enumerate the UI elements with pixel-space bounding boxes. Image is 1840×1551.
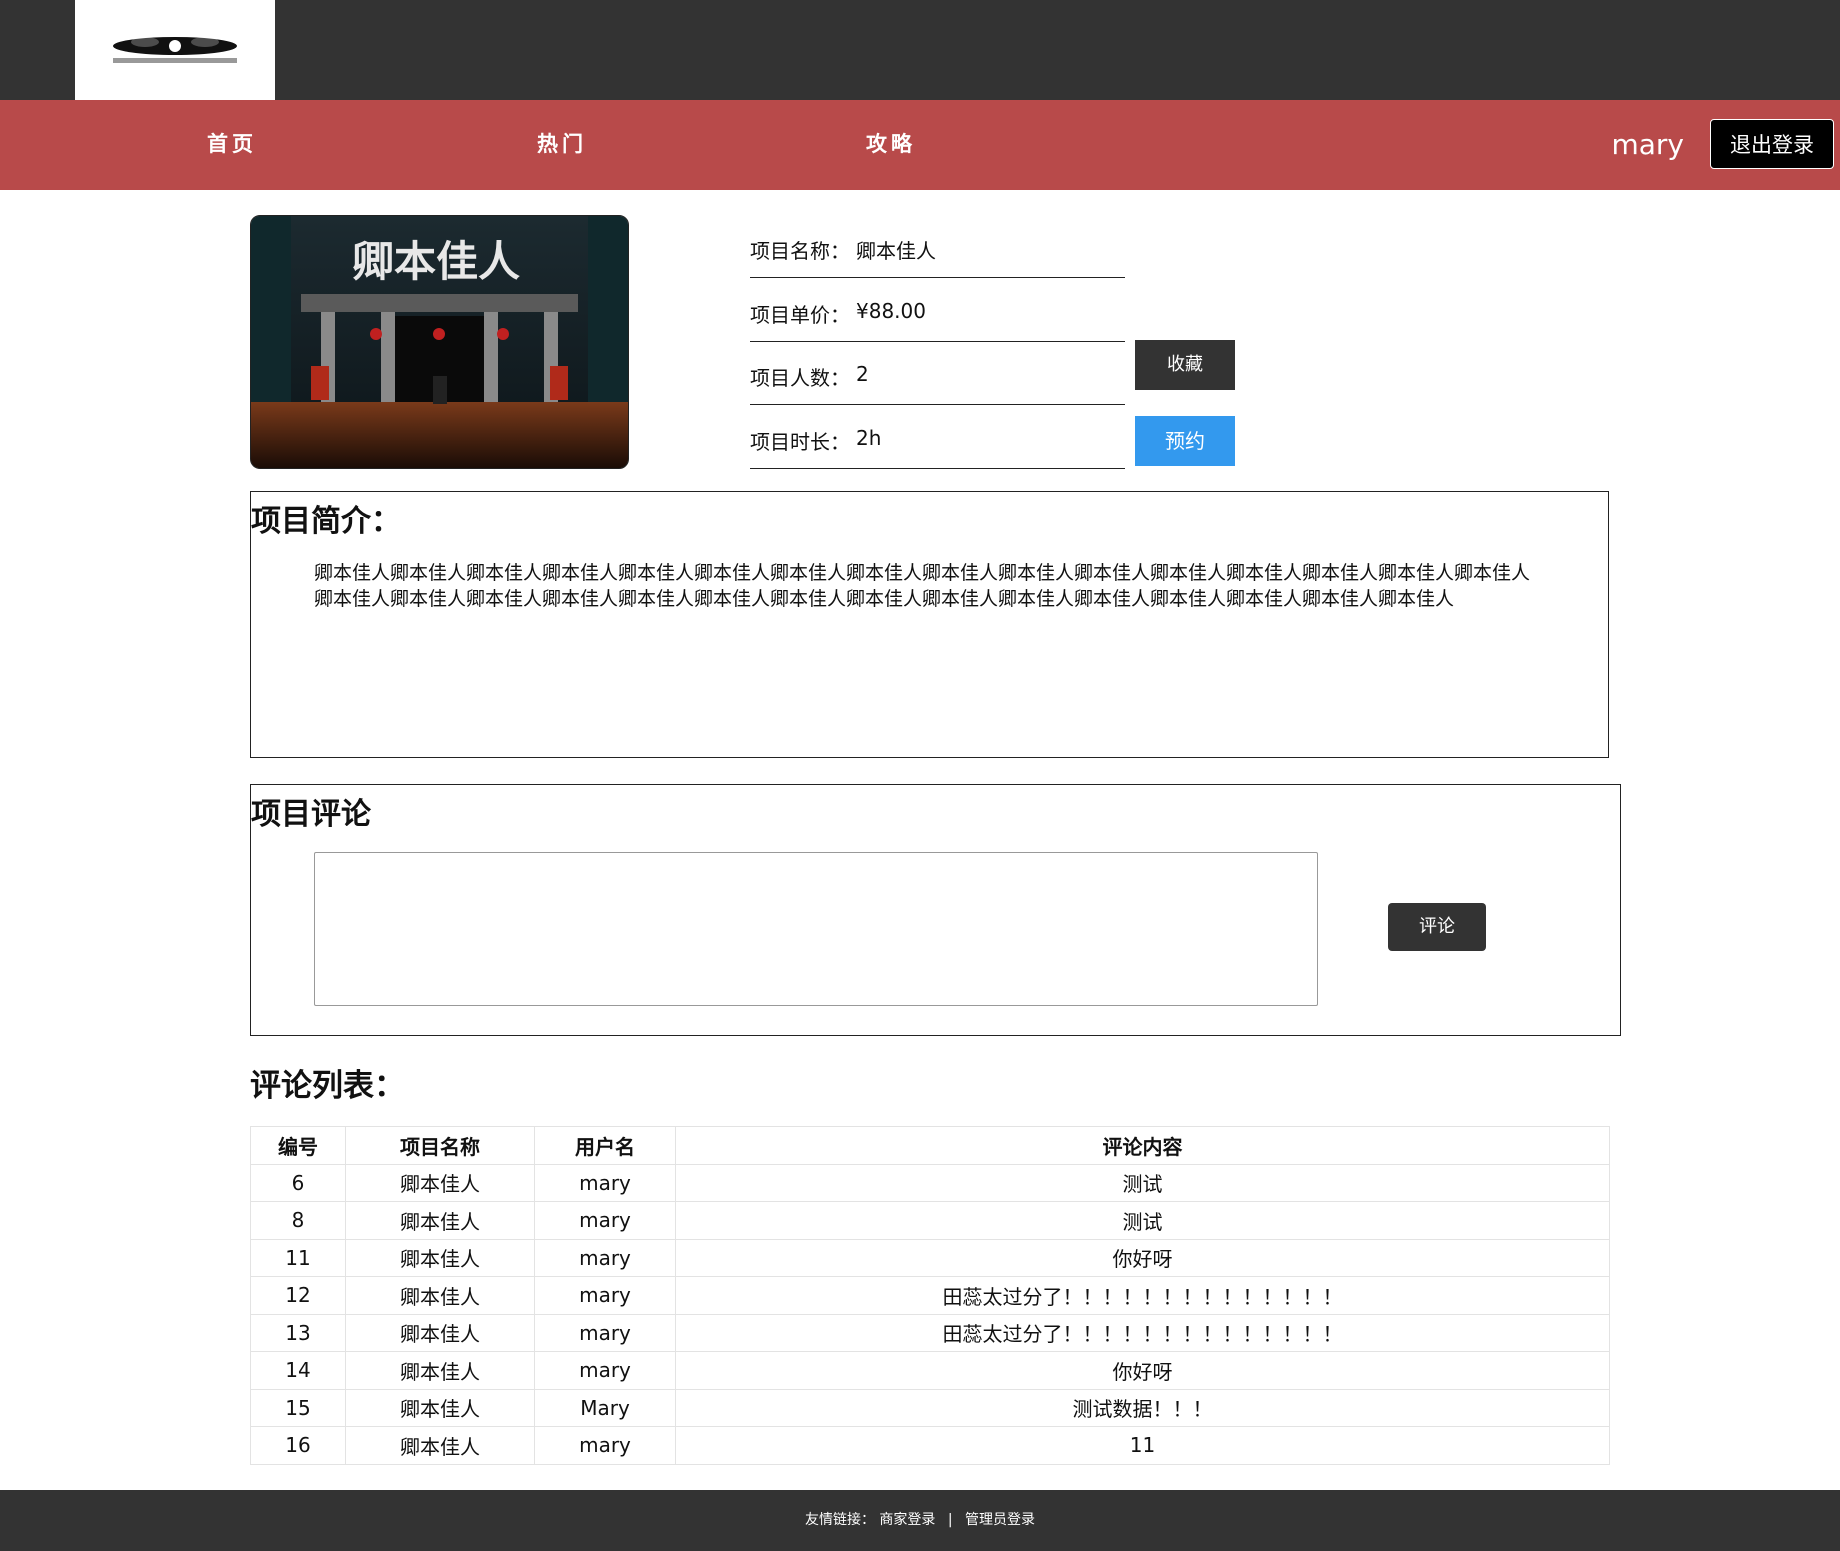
- cell-id: 14: [250, 1351, 346, 1390]
- intro-text: 卿本佳人卿本佳人卿本佳人卿本佳人卿本佳人卿本佳人卿本佳人卿本佳人卿本佳人卿本佳人…: [314, 562, 1531, 610]
- cell-project: 卿本佳人: [345, 1351, 535, 1390]
- footer-links-prefix: 友情链接：: [804, 1512, 875, 1528]
- logout-button[interactable]: 退出登录: [1710, 119, 1834, 169]
- cell-content: 测试数据！！！: [675, 1388, 1610, 1427]
- cell-content: 11: [675, 1426, 1610, 1465]
- nav-guide[interactable]: 攻略: [866, 128, 916, 158]
- project-price-value: ¥88.00: [856, 299, 926, 323]
- cell-username: mary: [534, 1351, 676, 1390]
- cell-content: 你好呀: [675, 1238, 1610, 1277]
- cell-username: mary: [534, 1201, 676, 1240]
- cell-id: 12: [250, 1276, 346, 1315]
- cell-username: mary: [534, 1163, 676, 1202]
- cell-username: mary: [534, 1426, 676, 1465]
- cell-username: mary: [534, 1313, 676, 1352]
- intro-title: 项目简介：: [251, 504, 401, 539]
- project-duration-value: 2h: [856, 426, 882, 450]
- cell-project: 卿本佳人: [345, 1426, 535, 1465]
- merchant-login-link[interactable]: 商家登录: [879, 1512, 935, 1528]
- project-people-row: 项目人数： 2: [750, 342, 1125, 405]
- col-header-username: 用户名: [534, 1126, 676, 1165]
- cell-id: 6: [250, 1163, 346, 1202]
- table-row: 12 卿本佳人 mary 田蕊太过分了！！！！！！！！！！！！！！: [250, 1276, 1610, 1315]
- project-duration-label: 项目时长：: [750, 430, 850, 454]
- project-people-value: 2: [856, 362, 869, 386]
- cell-content: 测试: [675, 1201, 1610, 1240]
- comment-list-title: 评论列表：: [250, 1068, 405, 1104]
- favorite-button[interactable]: 收藏: [1135, 340, 1235, 390]
- cell-content: 你好呀: [675, 1351, 1610, 1390]
- cell-id: 8: [250, 1201, 346, 1240]
- cell-content: 田蕊太过分了！！！！！！！！！！！！！！: [675, 1313, 1610, 1352]
- site-footer: 友情链接： 商家登录 | 管理员登录: [0, 1490, 1840, 1551]
- project-name-value: 卿本佳人: [856, 239, 936, 263]
- table-row: 11 卿本佳人 mary 你好呀: [250, 1238, 1610, 1277]
- project-intro-section: 项目简介： 卿本佳人卿本佳人卿本佳人卿本佳人卿本佳人卿本佳人卿本佳人卿本佳人卿本…: [250, 491, 1609, 758]
- cell-project: 卿本佳人: [345, 1276, 535, 1315]
- table-row: 16 卿本佳人 mary 11: [250, 1426, 1610, 1465]
- table-row: 15 卿本佳人 Mary 测试数据！！！: [250, 1388, 1610, 1427]
- comment-form-section: 项目评论 评论: [250, 784, 1621, 1036]
- admin-login-link[interactable]: 管理员登录: [965, 1512, 1035, 1528]
- cell-username: mary: [534, 1276, 676, 1315]
- cell-id: 15: [250, 1388, 346, 1427]
- current-username: mary: [1611, 128, 1684, 161]
- cell-project: 卿本佳人: [345, 1201, 535, 1240]
- footer-separator: |: [947, 1512, 953, 1528]
- submit-comment-button[interactable]: 评论: [1388, 903, 1486, 951]
- comment-table: 编号 项目名称 用户名 评论内容 6 卿本佳人 mary 测试 8 卿本佳人 m…: [250, 1126, 1610, 1465]
- project-people-label: 项目人数：: [750, 366, 850, 390]
- cell-id: 16: [250, 1426, 346, 1465]
- top-header: [0, 0, 1840, 100]
- table-header-row: 编号 项目名称 用户名 评论内容: [250, 1126, 1610, 1165]
- nav-hot[interactable]: 热门: [537, 128, 587, 158]
- comment-form-title: 项目评论: [251, 797, 371, 832]
- col-header-id: 编号: [250, 1126, 346, 1165]
- project-name-row: 项目名称： 卿本佳人: [750, 215, 1125, 278]
- nav-home[interactable]: 首页: [207, 128, 257, 158]
- cell-id: 13: [250, 1313, 346, 1352]
- table-row: 13 卿本佳人 mary 田蕊太过分了！！！！！！！！！！！！！！: [250, 1313, 1610, 1352]
- project-price-label: 项目单价：: [750, 303, 850, 327]
- cell-content: 田蕊太过分了！！！！！！！！！！！！！！: [675, 1276, 1610, 1315]
- table-row: 14 卿本佳人 mary 你好呀: [250, 1351, 1610, 1390]
- logo-icon: [113, 37, 237, 63]
- cell-id: 11: [250, 1238, 346, 1277]
- cell-username: mary: [534, 1238, 676, 1277]
- table-row: 6 卿本佳人 mary 测试: [250, 1163, 1610, 1202]
- cell-project: 卿本佳人: [345, 1313, 535, 1352]
- col-header-content: 评论内容: [675, 1126, 1610, 1165]
- cell-project: 卿本佳人: [345, 1388, 535, 1427]
- project-duration-row: 项目时长： 2h: [750, 406, 1125, 469]
- cell-project: 卿本佳人: [345, 1238, 535, 1277]
- site-logo[interactable]: [75, 0, 275, 100]
- book-button[interactable]: 预约: [1135, 416, 1235, 466]
- cell-username: Mary: [534, 1388, 676, 1427]
- table-row: 8 卿本佳人 mary 测试: [250, 1201, 1610, 1240]
- project-poster-image: 卿本佳人: [250, 215, 629, 469]
- poster-title-art: 卿本佳人: [352, 237, 520, 286]
- col-header-project: 项目名称: [345, 1126, 535, 1165]
- cell-content: 测试: [675, 1163, 1610, 1202]
- comment-textarea[interactable]: [314, 852, 1318, 1006]
- project-price-row: 项目单价： ¥88.00: [750, 279, 1125, 342]
- cell-project: 卿本佳人: [345, 1163, 535, 1202]
- project-name-label: 项目名称：: [750, 239, 850, 263]
- main-nav: 首页 热门 攻略 mary 退出登录: [0, 100, 1840, 190]
